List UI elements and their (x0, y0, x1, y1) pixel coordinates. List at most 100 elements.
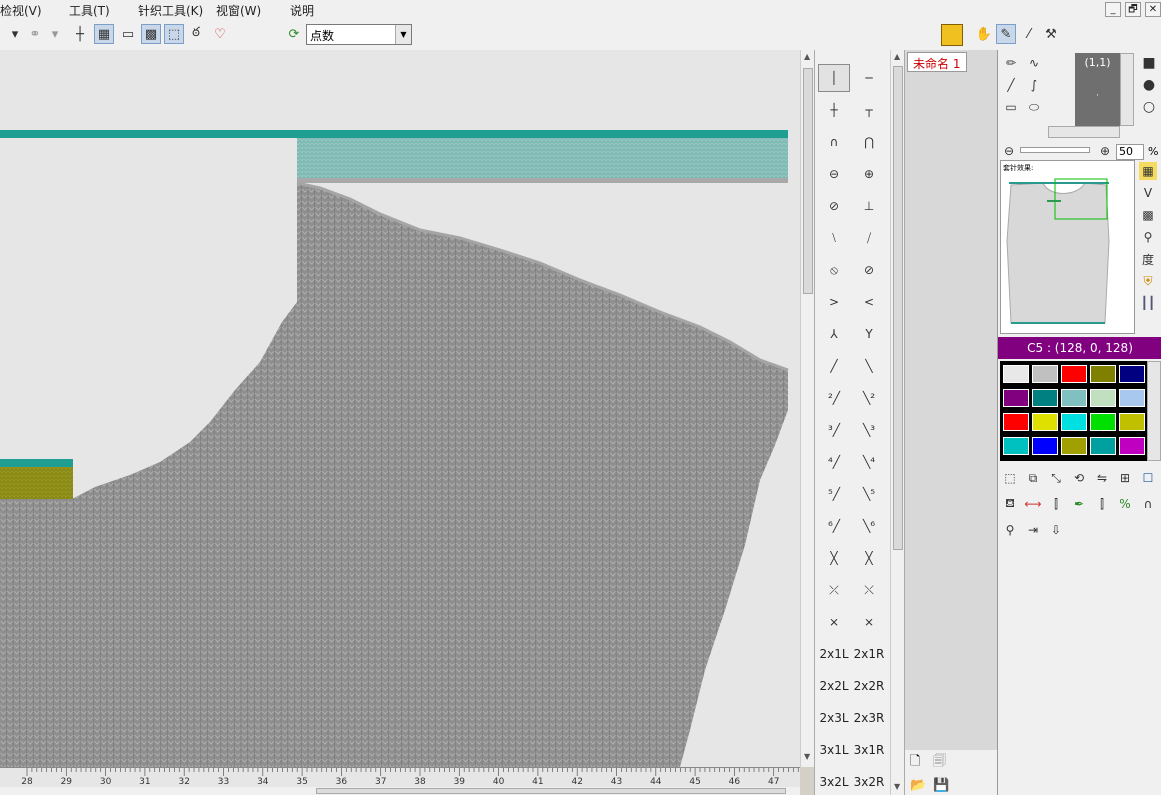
frame-tool-icon[interactable]: ☐ (1139, 469, 1157, 487)
preview-vscroll[interactable] (1120, 53, 1134, 126)
canvas-vertical-scrollbar[interactable]: ▲ ▼ (800, 50, 814, 767)
link-icon[interactable]: ⚭ (25, 24, 45, 44)
column-tool-icon[interactable]: ⫿ (1047, 495, 1065, 513)
swatch-scrollbar[interactable] (1147, 361, 1161, 461)
color-swatch[interactable] (1032, 413, 1058, 431)
symbol-cross-x-2[interactable]: ╳ (853, 544, 885, 572)
line-tool-icon[interactable]: ╱ (1002, 76, 1020, 94)
refresh-icon[interactable]: ⟳ (284, 24, 304, 44)
color-swatch[interactable] (1090, 389, 1116, 407)
color-pen-icon[interactable]: ✒ (1070, 495, 1088, 513)
minimize-button[interactable]: _ (1105, 2, 1121, 17)
color-swatch[interactable] (1119, 365, 1145, 383)
scroll-down-icon[interactable]: ▼ (804, 752, 810, 761)
zoom-out-icon[interactable]: ⊖ (1000, 142, 1018, 160)
symbol-palette-scrollbar[interactable]: ▲ ▼ (890, 50, 904, 795)
zoom-slider[interactable] (1020, 147, 1090, 153)
scroll-down-icon[interactable]: ▼ (894, 782, 900, 791)
symbol-2x2L[interactable]: 2x2L (818, 672, 850, 700)
symbol-backslash-circle[interactable]: ⦸ (818, 256, 850, 284)
symbol-2x1R[interactable]: 2x1R (853, 640, 885, 668)
symbol-right-bend-2[interactable]: ╲² (853, 384, 885, 412)
color-swatch[interactable] (1003, 413, 1029, 431)
needle-icon[interactable]: ⚲ (1139, 228, 1157, 246)
preview-hscroll[interactable] (1048, 126, 1120, 138)
garment-shape-icon[interactable]: ♡ (210, 24, 230, 44)
color-swatch[interactable] (1090, 413, 1116, 431)
symbol-slash-circle-2[interactable]: ⊘ (853, 256, 885, 284)
symbol-double-cross-2[interactable]: ⤬ (853, 576, 885, 604)
percent-tool-icon[interactable]: % (1116, 495, 1134, 513)
copy-file-icon[interactable]: 🗐 (933, 752, 946, 774)
lasso-icon[interactable]: ఠ (186, 24, 206, 44)
menu-window[interactable]: 视窗(W) (216, 2, 261, 19)
color-swatch[interactable] (1061, 365, 1087, 383)
symbol-triple-cross-2[interactable]: ⨯ (853, 608, 885, 636)
symbol-cross-x[interactable]: ╳ (818, 544, 850, 572)
close-button[interactable]: ✕ (1145, 2, 1161, 17)
hscroll-thumb[interactable] (316, 788, 786, 794)
symbol-3x2R[interactable]: 3x2R (853, 768, 885, 795)
hollow-brush-icon[interactable]: ○ (1140, 98, 1158, 116)
pencil-icon[interactable]: ✏ (1002, 54, 1020, 72)
symbol-2x2R[interactable]: 2x2R (853, 672, 885, 700)
grid-icon[interactable]: ▦ (94, 24, 114, 44)
color-swatch[interactable] (1090, 437, 1116, 455)
flip-tool-icon[interactable]: ⇋ (1093, 469, 1111, 487)
color-swatch[interactable] (1003, 389, 1029, 407)
symbol-left-bend-2[interactable]: ²╱ (818, 384, 850, 412)
symbol-2x3R[interactable]: 2x3R (853, 704, 885, 732)
symbol-right-bend[interactable]: ╲ (853, 352, 885, 380)
symbol-left-bend-3[interactable]: ³╱ (818, 416, 850, 444)
hand-icon[interactable]: ✋ (974, 24, 994, 44)
pen-icon[interactable]: ✎ (996, 24, 1016, 44)
symbol-vertical-line[interactable]: │ (818, 64, 850, 92)
symbol-cross[interactable]: ┼ (818, 96, 850, 124)
symbol-right-bend-5[interactable]: ╲⁵ (853, 480, 885, 508)
scroll-up-icon[interactable]: ▲ (894, 52, 900, 61)
fill-bucket-icon[interactable]: ⛾ (1001, 495, 1019, 513)
color-swatch[interactable] (1032, 389, 1058, 407)
symbol-up-tack[interactable]: ⊥ (853, 192, 885, 220)
column-tool-2-icon[interactable]: ⫿ (1093, 495, 1111, 513)
color-swatch[interactable] (1032, 437, 1058, 455)
symbol-arch-bar[interactable]: ⋂ (853, 128, 885, 156)
square-brush-icon[interactable]: ■ (1140, 54, 1158, 72)
color-swatch[interactable] (1119, 413, 1145, 431)
garment-thumbnail[interactable]: 套针效果: (1000, 160, 1135, 334)
grid-pattern-icon[interactable]: ▩ (1139, 206, 1157, 224)
scroll-thumb[interactable] (893, 66, 903, 550)
symbol-3x1L[interactable]: 3x1L (818, 736, 850, 764)
figure-icon[interactable]: ⚒ (1041, 24, 1061, 44)
select-tool-icon[interactable]: ⬚ (1001, 469, 1019, 487)
mode-select[interactable]: 点数 ▼ (306, 24, 412, 45)
bars-icon[interactable]: ┃┃ (1139, 294, 1157, 312)
spline-tool-icon[interactable]: ∫ (1025, 76, 1043, 94)
scroll-up-icon[interactable]: ▲ (804, 52, 810, 61)
zoom-input[interactable]: 50 (1116, 144, 1144, 160)
open-folder-icon[interactable]: 📂 (910, 778, 926, 793)
color-swatch[interactable] (1061, 437, 1087, 455)
symbol-triple-cross[interactable]: ⨯ (818, 608, 850, 636)
symbol-tee[interactable]: ┬ (853, 96, 885, 124)
symbol-2x3L[interactable]: 2x3L (818, 704, 850, 732)
knit-pattern[interactable] (0, 50, 800, 767)
menu-tools[interactable]: 工具(T) (69, 2, 110, 19)
pattern-grid-icon[interactable]: ▩ (141, 24, 161, 44)
color-swatch[interactable] (1119, 389, 1145, 407)
restore-button[interactable]: 🗗 (1125, 2, 1141, 17)
symbol-double-cross[interactable]: ⤫ (818, 576, 850, 604)
symbol-3x2L[interactable]: 3x2L (818, 768, 850, 795)
menu-knit-tools[interactable]: 针织工具(K) (138, 2, 203, 19)
chevron-down-icon[interactable]: ▾ (45, 24, 65, 44)
symbol-3x1R[interactable]: 3x1R (853, 736, 885, 764)
color-swatch[interactable] (1061, 389, 1087, 407)
link-tool-icon[interactable]: ⟷ (1024, 495, 1042, 513)
center-tool-icon[interactable]: ⊞ (1116, 469, 1134, 487)
insert-column-icon[interactable]: ⇩ (1047, 521, 1065, 539)
symbol-right-bend-6[interactable]: ╲⁶ (853, 512, 885, 540)
scroll-thumb[interactable] (803, 68, 813, 294)
symbol-right-bend-3[interactable]: ╲³ (853, 416, 885, 444)
symbol-left-bend-5[interactable]: ⁵╱ (818, 480, 850, 508)
canvas-horizontal-scrollbar[interactable] (0, 787, 800, 795)
